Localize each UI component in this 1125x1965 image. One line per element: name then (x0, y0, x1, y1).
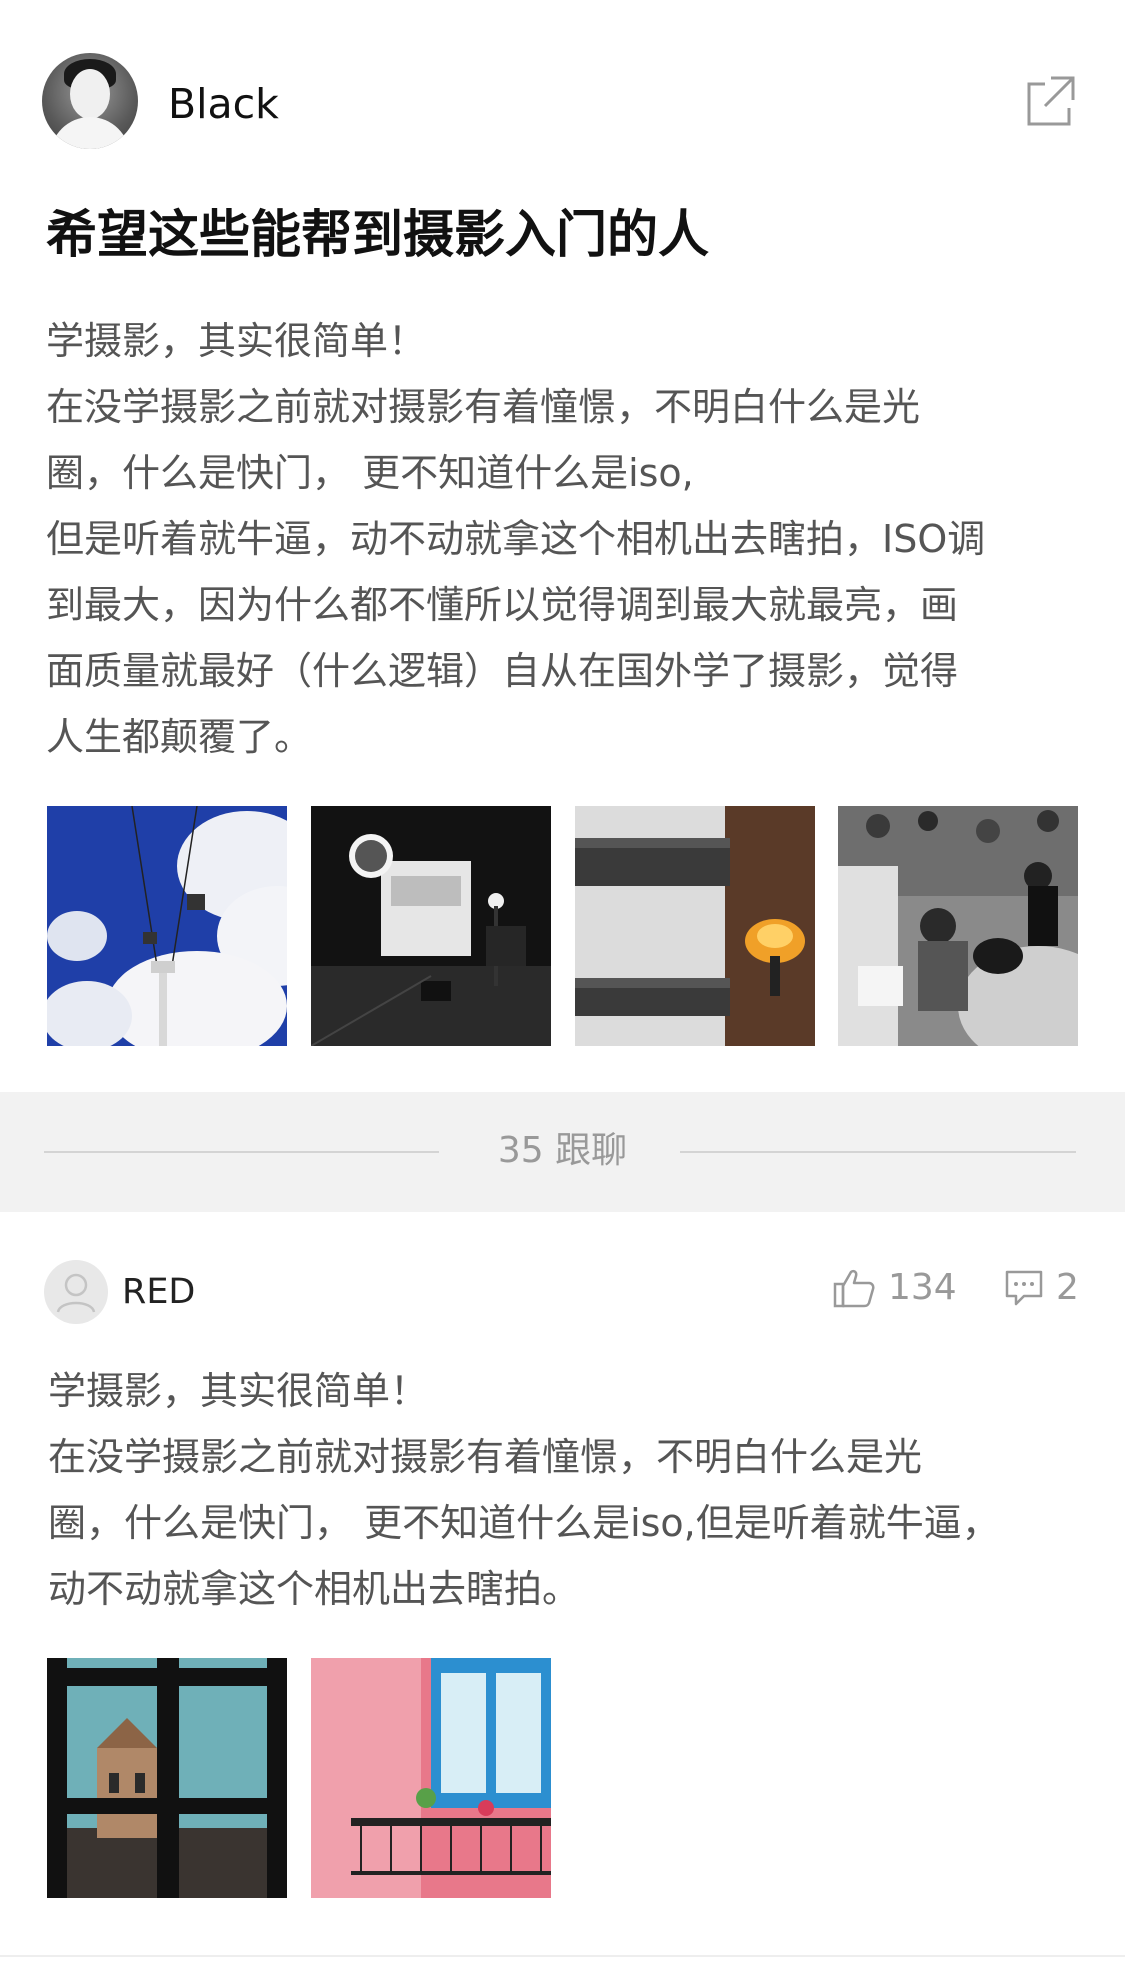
crowd-fountain-photo[interactable] (838, 806, 1078, 1046)
post-body-line: 学摄影，其实很简单！ (46, 319, 427, 363)
cable-car-sky-photo[interactable] (47, 806, 287, 1046)
comment-count: 2 (1056, 1267, 1079, 1308)
like-count: 134 (888, 1267, 957, 1308)
comment-icon (1005, 1270, 1043, 1306)
reply-author-name[interactable]: RED (122, 1270, 195, 1314)
author-avatar[interactable] (42, 53, 138, 149)
author-name[interactable]: Black (168, 80, 279, 128)
post-body-line: 圈，什么是快门， 更不知道什么是iso, (46, 451, 694, 495)
post-title: 希望这些能帮到摄影入门的人 (46, 206, 710, 265)
bottom-separator (0, 1955, 1125, 1957)
post-body: 学摄影，其实很简单！ 在没学摄影之前就对摄影有着憧憬，不明白什么是光 圈，什么是… (46, 308, 1086, 770)
reply-body-line: 学摄影，其实很简单！ (48, 1369, 429, 1413)
thumbs-up-icon (833, 1269, 875, 1308)
post-body-line: 人生都颠覆了。 (46, 715, 313, 759)
reply-count-label: 35 跟聊 (497, 1130, 628, 1171)
share-button[interactable] (1015, 70, 1075, 130)
pink-balcony-photo[interactable] (311, 1658, 551, 1898)
window-tower-photo[interactable] (47, 1658, 287, 1898)
reply-body: 学摄影，其实很简单！ 在没学摄影之前就对摄影有着憧憬，不明白什么是光 圈，什么是… (48, 1358, 1088, 1622)
reply-body-line: 动不动就拿这个相机出去瞎拍。 (48, 1567, 581, 1611)
bridge-lamp-photo[interactable] (575, 806, 815, 1046)
reply-body-line: 圈，什么是快门， 更不知道什么是iso,但是听着就牛逼， (48, 1501, 1000, 1545)
share-icon (1027, 76, 1075, 126)
avatar-face (70, 69, 110, 119)
user-icon (56, 1273, 96, 1313)
comment-button[interactable]: 2 (1004, 1266, 1079, 1310)
post-body-line: 面质量就最好（什么逻辑）自从在国外学了摄影，觉得 (46, 649, 959, 693)
post-body-line: 到最大，因为什么都不懂所以觉得调到最大就最亮，画 (46, 583, 959, 627)
reply-avatar[interactable] (44, 1260, 108, 1324)
post-body-line: 在没学摄影之前就对摄影有着憧憬，不明白什么是光 (46, 385, 921, 429)
avatar-shirt (50, 117, 130, 149)
night-street-photo[interactable] (311, 806, 551, 1046)
reply-body-line: 在没学摄影之前就对摄影有着憧憬，不明白什么是光 (48, 1435, 923, 1479)
like-button[interactable]: 134 (832, 1266, 957, 1310)
post-body-line: 但是听着就牛逼，动不动就拿这个相机出去瞎拍，ISO调 (46, 517, 986, 561)
